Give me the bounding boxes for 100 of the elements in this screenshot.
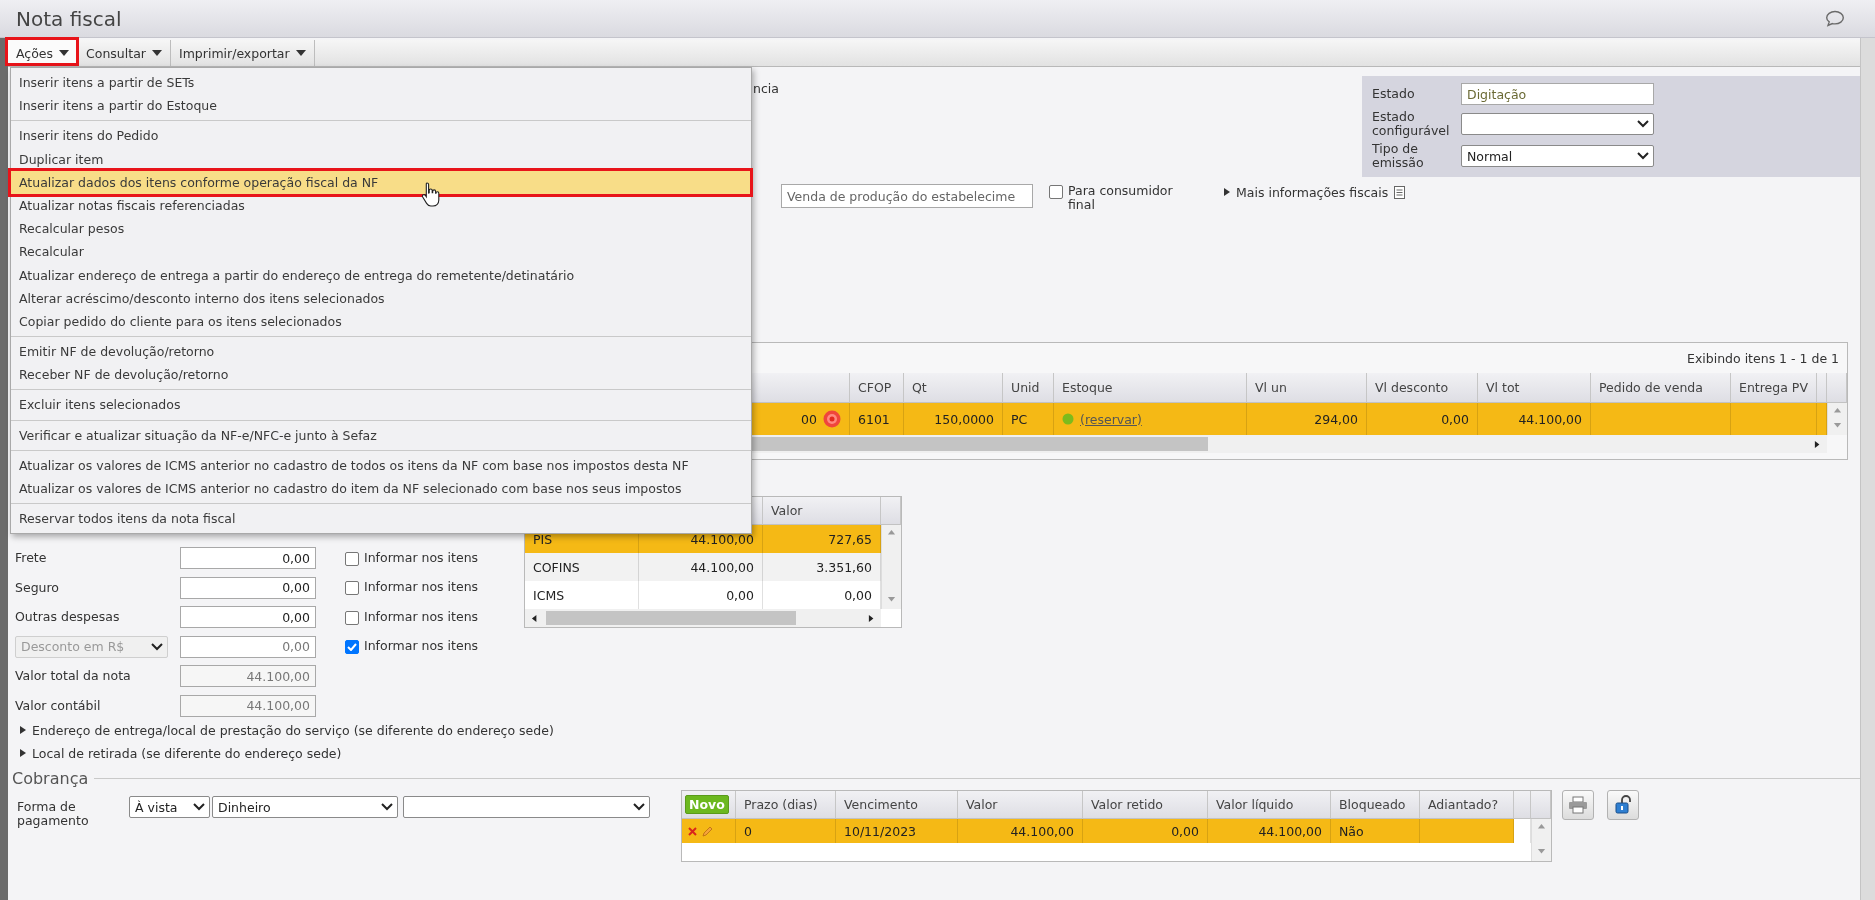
column-header — [1514, 791, 1531, 819]
input-field[interactable]: 0,00 — [180, 635, 316, 658]
dropdown[interactable]: Dinheiro — [212, 796, 398, 818]
table-cell: 0,00 — [1367, 403, 1478, 435]
input-field[interactable]: 44.100,00 — [180, 665, 316, 687]
dropdown[interactable] — [1461, 113, 1654, 135]
menu-item[interactable]: Duplicar item — [11, 147, 751, 171]
column-header[interactable]: Vl desconto — [1367, 373, 1478, 403]
menu-item[interactable]: Atualizar os valores de ICMS anterior no cadastro do item da NF selecionado com base nos seus impostos — [11, 477, 751, 501]
column-header — [881, 497, 901, 525]
menu-item[interactable]: Inserir itens do Pedido — [11, 124, 751, 148]
menu-item[interactable]: Atualizar endereço de entrega a partir do endereço de entrega do remetente/detinatário — [11, 263, 751, 287]
column-header[interactable]: Estoque — [1054, 373, 1247, 403]
pencil-icon[interactable] — [701, 824, 714, 838]
input-field[interactable]: 0,00 — [180, 576, 316, 599]
checkbox[interactable] — [345, 610, 359, 625]
menu-item[interactable]: Inserir itens a partir de SETs — [11, 71, 751, 95]
menu-item[interactable]: Verificar e atualizar situação da NF-e/NFC-e junto à Sefaz — [11, 423, 751, 447]
dropdown[interactable]: Normal — [1461, 145, 1654, 167]
table-cell: 3.351,60 — [763, 553, 881, 581]
lock-button[interactable] — [1607, 790, 1639, 820]
column-header[interactable]: Vencimento — [836, 791, 958, 819]
field-label: Tipo de emissão — [1372, 142, 1425, 170]
menu-item[interactable]: Excluir itens selecionados — [11, 393, 751, 417]
horizontal-scrollbar[interactable] — [525, 609, 881, 627]
table-cell: Não — [1331, 819, 1420, 843]
caret-icon — [59, 50, 70, 56]
expander-label[interactable]: Mais informações fiscais — [1236, 184, 1389, 200]
menu-item[interactable]: Atualizar os valores de ICMS anterior no cadastro de todos os itens da NF com base nos impostos desta NF — [11, 453, 751, 477]
delete-icon[interactable] — [688, 826, 697, 836]
expand-arrow-icon[interactable] — [20, 726, 26, 734]
checkbox-label: Informar nos itens — [364, 639, 479, 653]
table-cell: 0,00 — [1083, 819, 1208, 843]
column-header[interactable]: Vl tot — [1478, 373, 1591, 403]
column-header[interactable]: Vl un — [1247, 373, 1367, 403]
menu-item[interactable]: Emitir NF de devolução/retorno — [11, 340, 751, 364]
column-header[interactable]: Valor retido — [1083, 791, 1208, 819]
input-field[interactable]: Venda de produção do estabelecime — [781, 184, 1033, 208]
menu-item[interactable]: Inserir itens a partir do Estoque — [11, 94, 751, 118]
table-cell: PC — [1003, 403, 1054, 435]
menu-item[interactable]: Alterar acréscimo/desconto interno dos itens selecionados — [11, 286, 751, 310]
column-header[interactable]: Prazo (dias) — [736, 791, 836, 819]
menu-item[interactable]: Recalcular — [11, 240, 751, 264]
hand-cursor-icon — [421, 180, 441, 209]
column-header[interactable]: Unid — [1003, 373, 1054, 403]
field-label: Valor contábil — [15, 698, 102, 713]
print-button[interactable] — [1562, 790, 1594, 820]
caret-icon — [295, 50, 306, 56]
checkbox[interactable] — [345, 581, 359, 595]
table-cell: 294,00 — [1247, 403, 1367, 435]
field-label: Estado — [1372, 87, 1416, 101]
field-label: ncia — [753, 81, 779, 97]
table-cell: 0 — [736, 819, 836, 843]
chevron-down-icon — [1637, 152, 1649, 160]
table-cell: 150,0000 — [904, 403, 1003, 435]
column-header[interactable]: Valor líquido — [1208, 791, 1331, 819]
menu-item[interactable]: Copiar pedido do cliente para os itens selecionados — [11, 309, 751, 334]
printer-icon — [1568, 796, 1588, 814]
reserve-link[interactable]: (reservar) — [1080, 411, 1142, 427]
dropdown[interactable]: À vista — [129, 796, 210, 818]
menu-button[interactable]: Ações — [8, 40, 79, 66]
column-header[interactable]: Valor — [763, 497, 881, 525]
menu-item[interactable]: Atualizar notas fiscais referenciadas — [11, 193, 751, 218]
chevron-down-icon — [193, 803, 205, 811]
checkbox[interactable] — [345, 640, 359, 654]
column-header[interactable]: CFOP — [850, 373, 904, 403]
chevron-down-icon — [151, 642, 163, 651]
column-header[interactable]: Qt — [904, 373, 1003, 403]
column-header[interactable]: Pedido de venda — [1591, 373, 1731, 403]
document-icon[interactable] — [1394, 185, 1406, 199]
input-field[interactable]: 0,00 — [180, 547, 316, 569]
menu-button[interactable]: Imprimir/exportar — [170, 40, 315, 66]
column-header[interactable]: Adiantado? — [1420, 791, 1514, 819]
menu-item[interactable]: Recalcular pesos — [11, 217, 751, 241]
menu-item[interactable]: Receber NF de devolução/retorno — [11, 363, 751, 387]
expander-label[interactable]: Local de retirada (se diferente do endereço sede) — [32, 745, 342, 761]
checkbox-label: Informar nos itens — [364, 580, 479, 594]
input-field[interactable]: 0,00 — [180, 606, 316, 628]
column-header[interactable]: Entrega PV — [1731, 373, 1817, 403]
checkbox[interactable] — [345, 551, 359, 566]
window-title: Nota fiscal — [16, 6, 122, 31]
menu-button[interactable]: Consultar — [78, 40, 171, 66]
chat-bubble-icon[interactable] — [1825, 10, 1845, 27]
expander-label[interactable]: Endereço de entrega/local de prestação do serviço (se diferente do endereço sede) — [32, 722, 554, 738]
expand-arrow-icon[interactable] — [1224, 188, 1230, 196]
expand-arrow-icon[interactable] — [20, 749, 26, 757]
table-cell: 00 — [752, 403, 850, 435]
table-cell: 10/11/2023 — [836, 819, 958, 843]
dropdown[interactable] — [403, 796, 650, 818]
column-header[interactable]: Valor — [958, 791, 1083, 819]
input-field[interactable]: Digitação — [1461, 83, 1654, 105]
input-field[interactable]: 44.100,00 — [180, 694, 316, 717]
chevron-down-icon — [1637, 120, 1649, 128]
horizontal-scrollbar[interactable] — [752, 435, 1827, 453]
field-label: Forma de pagamento — [17, 800, 90, 828]
field-label: Seguro — [15, 580, 60, 595]
table-cell: 44.100,00 — [1208, 819, 1331, 843]
column-header[interactable]: Bloqueado — [1331, 791, 1420, 819]
chevron-down-icon — [381, 803, 393, 811]
checkbox[interactable] — [1049, 185, 1063, 199]
